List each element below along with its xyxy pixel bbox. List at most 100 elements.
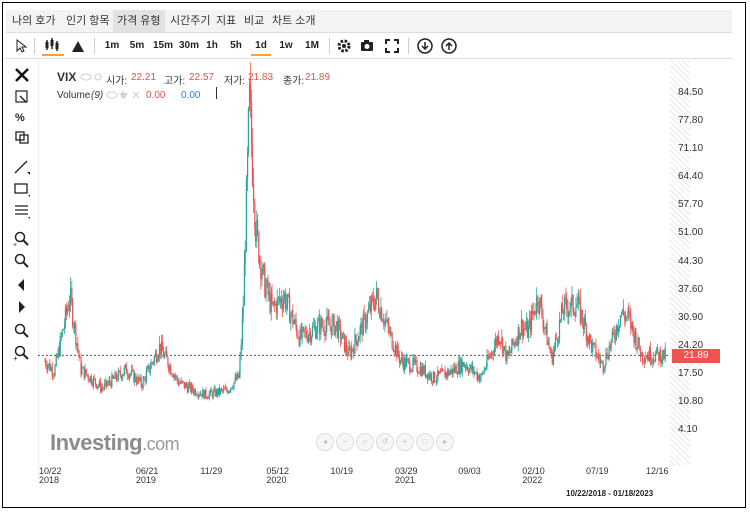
candle-body <box>232 388 234 390</box>
upload-icon[interactable] <box>440 36 458 56</box>
candle-body <box>477 375 479 380</box>
candle-body <box>411 369 413 372</box>
candle-body <box>329 325 331 327</box>
rectangle-icon[interactable] <box>12 180 32 198</box>
zoom-out-icon[interactable] <box>12 252 32 270</box>
candle-body <box>130 369 133 374</box>
nav-reset-icon[interactable]: ↺ <box>376 433 394 451</box>
close-icon[interactable] <box>12 66 32 84</box>
cursor-icon[interactable] <box>14 36 28 56</box>
candle-body <box>70 288 72 305</box>
interval-30m[interactable]: 30m <box>178 36 200 56</box>
menu-indicators[interactable]: 지표 <box>212 10 240 32</box>
candle-body <box>448 370 450 376</box>
scroll-left-icon[interactable] <box>12 276 32 294</box>
candle-body <box>47 365 49 370</box>
candle-body <box>265 285 267 298</box>
y-tick-label: 10.80 <box>678 395 704 407</box>
scroll-right-icon[interactable] <box>12 298 32 316</box>
candles-chart-icon[interactable] <box>42 36 64 56</box>
candle-body <box>462 362 465 367</box>
candle-body <box>260 259 262 280</box>
menu-my-quotes[interactable]: 나의 호가 <box>8 10 60 32</box>
candle-body <box>457 361 459 375</box>
toolbar: 1m 5m 15m 30m 1h 5h 1d 1w 1M <box>6 34 732 59</box>
candle-body <box>324 333 326 337</box>
nav-fit-icon[interactable]: □ <box>416 433 434 451</box>
area-chart-icon[interactable] <box>70 36 86 56</box>
candle-body <box>61 330 63 337</box>
high-label: 고가: <box>164 76 186 87</box>
candle-body <box>587 336 589 344</box>
eye-icon[interactable] <box>80 72 104 82</box>
candle-body <box>379 311 381 319</box>
candle-body <box>397 345 399 356</box>
interval-1d[interactable]: 1d <box>251 36 271 56</box>
magnet-icon[interactable] <box>12 322 32 340</box>
price-plot[interactable] <box>38 60 668 466</box>
candle-body <box>121 375 123 379</box>
candle-body <box>361 322 363 336</box>
fibonacci-icon[interactable] <box>12 202 32 220</box>
candle-body <box>418 373 420 374</box>
candle-body <box>425 374 427 377</box>
candle-body <box>239 356 241 375</box>
candle-body <box>150 362 152 369</box>
x-tick-label: 07/19 <box>585 466 609 476</box>
svg-text:%: % <box>15 112 25 124</box>
interval-1w[interactable]: 1w <box>278 36 294 56</box>
interval-1h[interactable]: 1h <box>205 36 219 56</box>
candle-body <box>514 342 516 345</box>
candle-body <box>429 373 431 379</box>
interval-1m[interactable]: 1m <box>104 36 120 56</box>
menu-popular[interactable]: 인기 항목 <box>62 10 114 32</box>
candle-body <box>104 383 106 389</box>
candle-body <box>615 325 617 340</box>
nav-zoom-out-icon[interactable]: − <box>336 433 354 451</box>
nav-prev-icon[interactable]: ◂ <box>316 433 334 451</box>
candle-body <box>494 339 497 347</box>
candle-body <box>313 326 316 328</box>
candle-body <box>580 309 582 323</box>
interval-15m[interactable]: 15m <box>152 36 174 56</box>
fullscreen-icon[interactable] <box>384 36 400 56</box>
candle-body <box>568 312 570 317</box>
menu-about-chart[interactable]: 차트 소개 <box>268 10 320 32</box>
menu-time-period[interactable]: 시간주기 <box>166 10 214 32</box>
low-value: 21.83 <box>248 72 274 83</box>
candle-body <box>596 357 598 359</box>
candle-body <box>435 379 438 382</box>
gear-icon[interactable] <box>336 36 352 56</box>
volume-controls-icon[interactable] <box>106 90 146 100</box>
crosshair-icon[interactable] <box>12 88 32 106</box>
candle-body <box>49 363 51 371</box>
reset-zoom-icon[interactable]: + <box>12 344 32 362</box>
camera-icon[interactable] <box>359 36 375 56</box>
zoom-in-icon[interactable]: + <box>12 230 32 248</box>
y-tick-label: 57.70 <box>678 199 704 211</box>
candle-body <box>202 390 204 397</box>
clone-icon[interactable] <box>12 128 32 146</box>
candle-body <box>212 390 214 398</box>
candle-body <box>528 318 531 326</box>
nav-zoom-icon[interactable]: ○ <box>356 433 374 451</box>
candle-body <box>196 395 198 397</box>
download-icon[interactable] <box>416 36 434 56</box>
menu-price-type[interactable]: 가격 유형 <box>113 10 165 32</box>
candle-body <box>79 357 81 358</box>
candle-body <box>319 318 321 335</box>
chart-nav-controls[interactable]: ◂ − ○ ↺ + □ ▸ <box>316 431 464 451</box>
nav-next-icon[interactable]: ▸ <box>436 433 454 451</box>
percent-tool-icon[interactable]: % <box>12 108 32 126</box>
nav-zoom-in-icon[interactable]: + <box>396 433 414 451</box>
candle-body <box>240 344 242 357</box>
trendline-icon[interactable] <box>12 158 32 176</box>
interval-1M[interactable]: 1M <box>303 36 321 56</box>
candle-body <box>98 381 101 386</box>
menu-compare[interactable]: 비교 <box>240 10 268 32</box>
candle-body <box>139 377 141 381</box>
candle-body <box>338 320 340 325</box>
interval-5m[interactable]: 5m <box>128 36 146 56</box>
interval-5h[interactable]: 5h <box>229 36 243 56</box>
candle-body <box>292 310 294 325</box>
